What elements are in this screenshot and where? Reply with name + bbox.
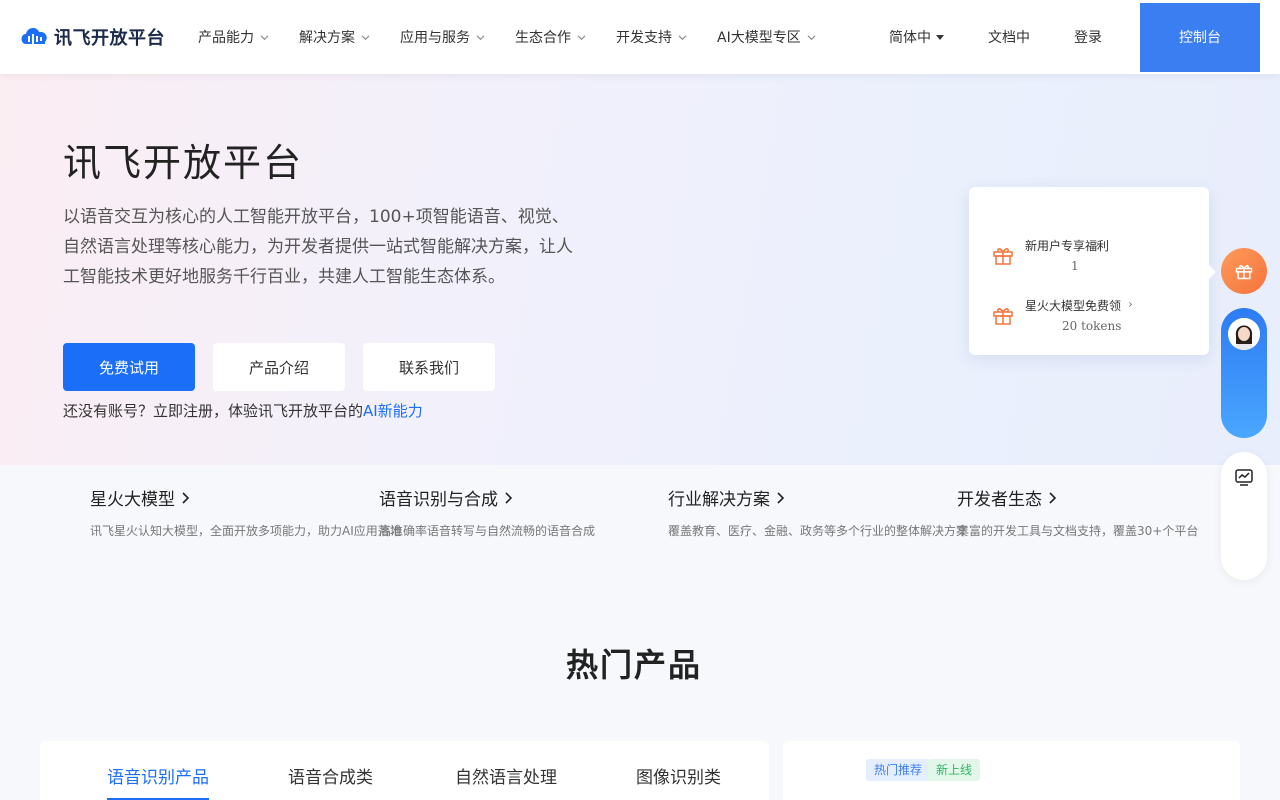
chevron-down-icon xyxy=(678,34,687,40)
nav-item-solutions[interactable]: 解决方案 xyxy=(299,0,370,74)
chevron-right-icon: › xyxy=(1128,297,1133,311)
feature-item[interactable]: 星火大模型 讯飞星火认知大模型，全面开放多项能力，助力AI应用落地 xyxy=(90,485,402,539)
contact-us-button[interactable]: 联系我们 xyxy=(363,343,495,391)
chevron-right-icon xyxy=(1049,491,1056,504)
register-link[interactable]: AI新能力 xyxy=(363,402,423,420)
promo-item-spark[interactable]: 星火大模型免费领 › 20 tokens xyxy=(991,297,1191,337)
docs-link[interactable]: 文档中 xyxy=(988,27,1030,47)
chevron-down-icon xyxy=(807,34,816,40)
status-badge: 新上线 xyxy=(928,759,981,781)
floating-gift-button[interactable] xyxy=(1221,248,1267,294)
feature-title-text: 星火大模型 xyxy=(90,490,175,510)
feature-desc: 丰富的开发工具与文档支持，覆盖30+个平台 xyxy=(957,524,1199,538)
chevron-down-icon xyxy=(260,34,269,40)
gift-icon xyxy=(1235,265,1253,280)
caret-down-icon xyxy=(936,34,944,40)
logo-text: 讯飞开放平台 xyxy=(54,28,165,49)
promo-sub: 20 tokens xyxy=(1062,319,1122,333)
feature-desc: 讯飞星火认知大模型，全面开放多项能力，助力AI应用落地 xyxy=(90,524,402,538)
feature-title: 星火大模型 xyxy=(90,485,402,510)
nav-label: 应用与服务 xyxy=(400,30,470,46)
nav-item-ai-models[interactable]: AI大模型专区 xyxy=(717,0,816,74)
product-intro-button[interactable]: 产品介绍 xyxy=(213,343,345,391)
nav-label: 开发支持 xyxy=(616,30,672,46)
page-title: 讯飞开放平台 xyxy=(63,141,304,185)
feature-title: 行业解决方案 xyxy=(668,485,968,510)
feature-strip: 星火大模型 讯飞星火认知大模型，全面开放多项能力，助力AI应用落地 语音识别与合… xyxy=(0,465,1280,555)
feature-desc: 高准确率语音转写与自然流畅的语音合成 xyxy=(379,524,596,538)
assistant-avatar-icon xyxy=(1228,318,1260,350)
section-title: 热门产品 xyxy=(565,646,702,684)
feature-item[interactable]: 开发者生态 丰富的开发工具与文档支持，覆盖30+个平台 xyxy=(957,485,1198,539)
floating-assistant-button[interactable] xyxy=(1221,308,1267,438)
feature-title-text: 开发者生态 xyxy=(957,490,1042,510)
product-tabs: 语音识别产品 语音合成类 自然语言处理 图像识别类 xyxy=(40,741,769,800)
tab-speech-synthesis[interactable]: 语音合成类 xyxy=(288,763,373,788)
header-right: 简体中 文档中 登录 控制台 xyxy=(889,0,1260,74)
chevron-down-icon xyxy=(361,34,370,40)
free-trial-button[interactable]: 免费试用 xyxy=(63,343,195,391)
nav-label: 生态合作 xyxy=(515,30,571,46)
tab-nlp[interactable]: 自然语言处理 xyxy=(455,763,557,788)
gift-icon xyxy=(993,248,1013,265)
iflytek-logo-icon xyxy=(21,28,47,44)
feature-item[interactable]: 语音识别与合成 高准确率语音转写与自然流畅的语音合成 xyxy=(379,485,595,539)
promo-title: 星火大模型免费领 xyxy=(1025,299,1122,313)
chevron-right-icon xyxy=(505,491,512,504)
language-selector[interactable]: 简体中 xyxy=(889,27,944,47)
feature-title-text: 语音识别与合成 xyxy=(379,490,498,510)
top-header: 讯飞开放平台 产品能力 解决方案 应用与服务 生态合作 开发支持 AI大模型专区 xyxy=(0,0,1280,74)
nav-label: 解决方案 xyxy=(299,30,355,46)
nav-item-products[interactable]: 产品能力 xyxy=(198,0,269,74)
language-label: 简体中 xyxy=(889,30,931,46)
tab-speech-recognition[interactable]: 语音识别产品 xyxy=(107,763,209,800)
feature-title-text: 行业解决方案 xyxy=(668,490,770,510)
register-note: 还没有账号？立即注册，体验讯飞开放平台的AI新能力 xyxy=(63,400,423,421)
monitor-icon[interactable] xyxy=(1234,468,1254,488)
promo-popup: 新用户专享福利 › 1 星火大模型免费领 › 20 tokens xyxy=(969,187,1216,355)
nav-item-ecosystem[interactable]: 生态合作 xyxy=(515,0,586,74)
main-nav: 产品能力 解决方案 应用与服务 生态合作 开发支持 AI大模型专区 xyxy=(198,0,816,74)
nav-item-apps[interactable]: 应用与服务 xyxy=(400,0,485,74)
chevron-right-icon xyxy=(777,491,784,504)
chevron-right-icon xyxy=(182,491,189,504)
nav-item-dev-support[interactable]: 开发支持 xyxy=(616,0,687,74)
chevron-down-icon xyxy=(577,34,586,40)
login-link[interactable]: 登录 xyxy=(1074,27,1102,47)
status-badge: 热门推荐 xyxy=(866,759,931,781)
product-detail-card: 热门推荐 新上线 xyxy=(783,741,1240,800)
nav-label: 产品能力 xyxy=(198,30,254,46)
register-note-text: 还没有账号？立即注册，体验讯飞开放平台的 xyxy=(63,402,364,420)
avatar xyxy=(1228,318,1260,350)
promo-item-new-user[interactable]: 新用户专享福利 › 1 xyxy=(991,237,1191,277)
hero-description: 以语音交互为核心的人工智能开放平台，100+项智能语音、视觉、自然语言处理等核心… xyxy=(63,207,573,287)
floating-tools-panel xyxy=(1221,452,1267,580)
gift-icon xyxy=(993,308,1013,325)
feature-title: 开发者生态 xyxy=(957,485,1198,510)
chevron-right-icon: › xyxy=(1095,237,1100,251)
feature-item[interactable]: 行业解决方案 覆盖教育、医疗、金融、政务等多个行业的整体解决方案 xyxy=(668,485,968,539)
chevron-down-icon xyxy=(476,34,485,40)
feature-desc: 覆盖教育、医疗、金融、政务等多个行业的整体解决方案 xyxy=(668,524,969,538)
promo-sub: 1 xyxy=(1071,259,1079,273)
console-button[interactable]: 控制台 xyxy=(1140,2,1260,72)
tab-image-recognition[interactable]: 图像识别类 xyxy=(636,763,721,788)
feature-title: 语音识别与合成 xyxy=(379,485,595,510)
logo[interactable]: 讯飞开放平台 xyxy=(20,22,165,52)
nav-label: AI大模型专区 xyxy=(717,30,801,46)
